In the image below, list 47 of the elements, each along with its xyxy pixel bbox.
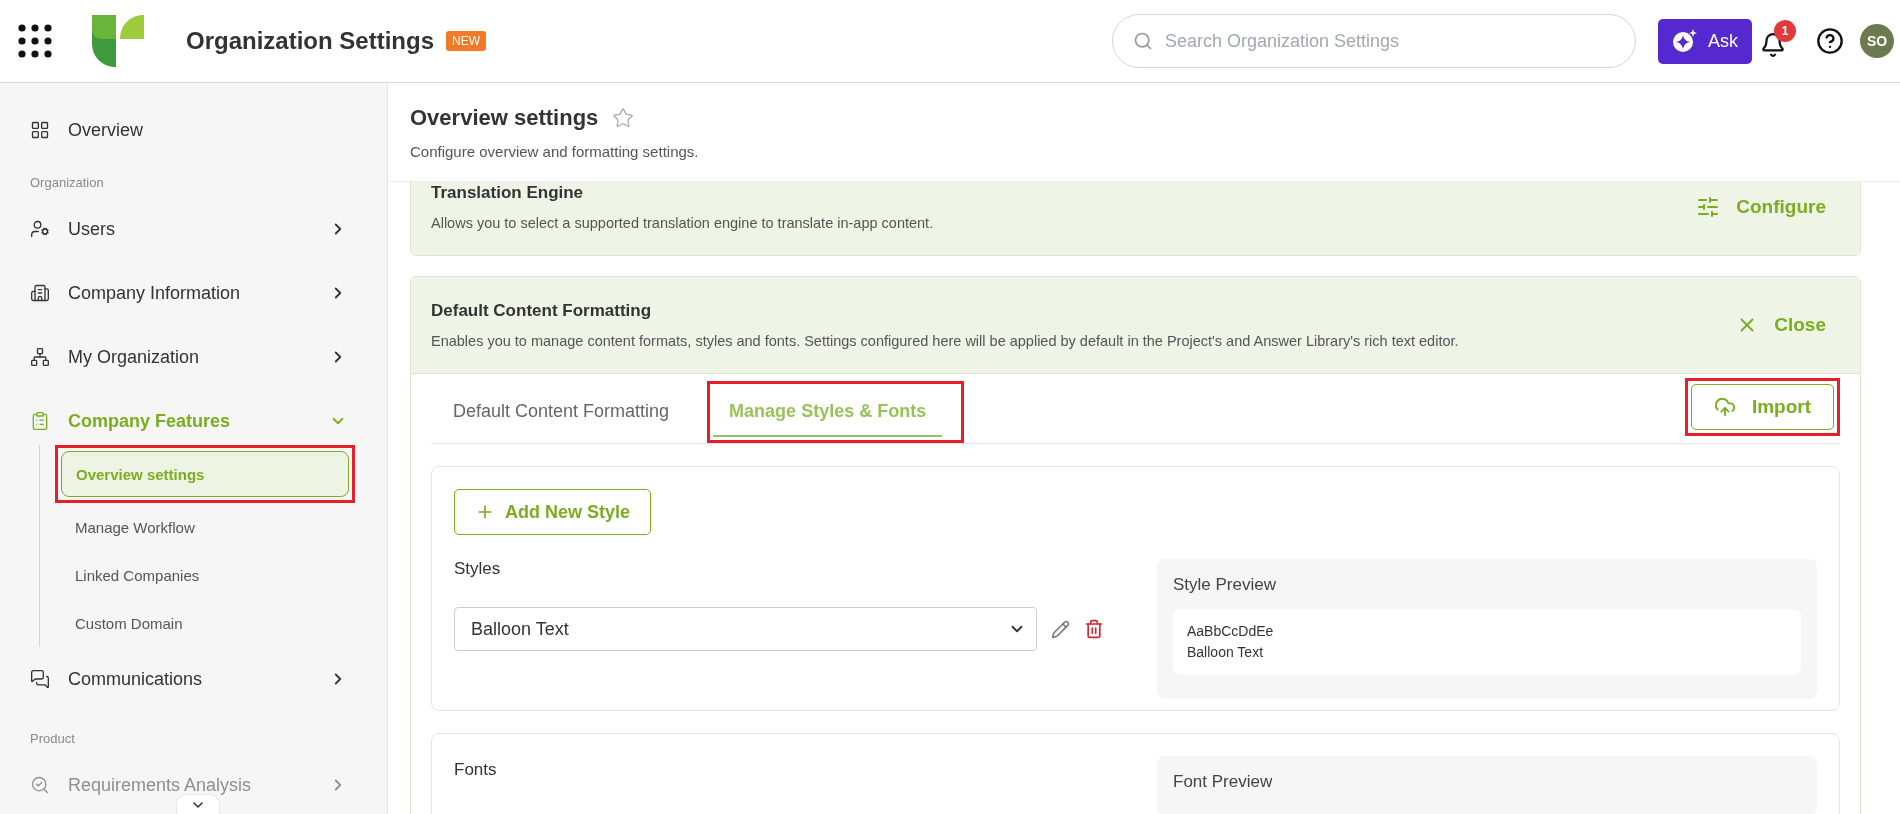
- preview-text: AaBbCcDdEe: [1187, 622, 1275, 641]
- edit-icon[interactable]: [1051, 619, 1070, 639]
- sidebar-item[interactable]: Overview: [0, 105, 387, 155]
- sparkle-icon: [1672, 28, 1698, 54]
- sidebar-subitem[interactable]: Custom Domain: [61, 605, 349, 641]
- sliders-icon: [1696, 195, 1721, 219]
- section-label: Organization: [29, 174, 105, 192]
- logo-icon: [92, 15, 144, 67]
- sidebar-subitem[interactable]: Manage Workflow: [61, 509, 349, 545]
- help-icon: [1816, 27, 1844, 55]
- sidebar-item[interactable]: Users: [0, 197, 387, 261]
- clipboard-icon: [30, 411, 50, 431]
- user-avatar[interactable]: SO: [1860, 24, 1894, 58]
- notification-count: 1: [1774, 20, 1796, 42]
- field-label: Styles: [454, 559, 502, 579]
- search-icon: [1133, 31, 1153, 51]
- sidebar-item[interactable]: Company Information: [0, 261, 387, 325]
- app-title: Organization Settings: [186, 27, 434, 55]
- app-menu-icon[interactable]: [18, 24, 52, 58]
- hierarchy-icon: [30, 347, 50, 367]
- scroll-down-button[interactable]: [176, 794, 220, 814]
- ask-button[interactable]: Ask: [1658, 18, 1752, 64]
- notifications-button[interactable]: 1: [1758, 20, 1796, 62]
- new-badge: NEW: [446, 31, 486, 51]
- delete-icon[interactable]: [1084, 619, 1104, 639]
- building-icon: [30, 283, 50, 303]
- sidebar-subitem[interactable]: Linked Companies: [61, 557, 349, 593]
- chat-icon: [30, 669, 50, 689]
- sidebar-item[interactable]: Communications: [0, 647, 387, 711]
- tab[interactable]: Default Content Formatting: [437, 387, 686, 437]
- preview-text: Balloon Text: [1187, 643, 1264, 662]
- preview-title: Style Preview: [1173, 575, 1277, 595]
- style-select[interactable]: Balloon Text: [454, 607, 1037, 651]
- card-description: Enables you to manage content formats, styles and fonts. Settings configured here will be applied by default in the Project's and Answer Library's rich text editor.: [431, 333, 1460, 349]
- page-subtitle: Configure overview and formatting settings.: [410, 143, 700, 160]
- grid-icon: [30, 120, 50, 140]
- section-label: Product: [29, 730, 76, 748]
- card-description: Allows you to select a supported translation engine to translate in-app content.: [431, 215, 935, 231]
- star-icon[interactable]: [612, 107, 635, 129]
- field-label: Fonts: [454, 760, 498, 780]
- card-title: Translation Engine: [431, 183, 585, 203]
- user-gear-icon: [30, 219, 50, 239]
- sidebar-item[interactable]: My Organization: [0, 325, 387, 389]
- preview-title: Font Preview: [1173, 772, 1274, 792]
- page-title: Overview settings: [410, 105, 599, 131]
- card-title: Default Content Formatting: [431, 301, 653, 321]
- cloud-upload-icon: [1713, 396, 1736, 418]
